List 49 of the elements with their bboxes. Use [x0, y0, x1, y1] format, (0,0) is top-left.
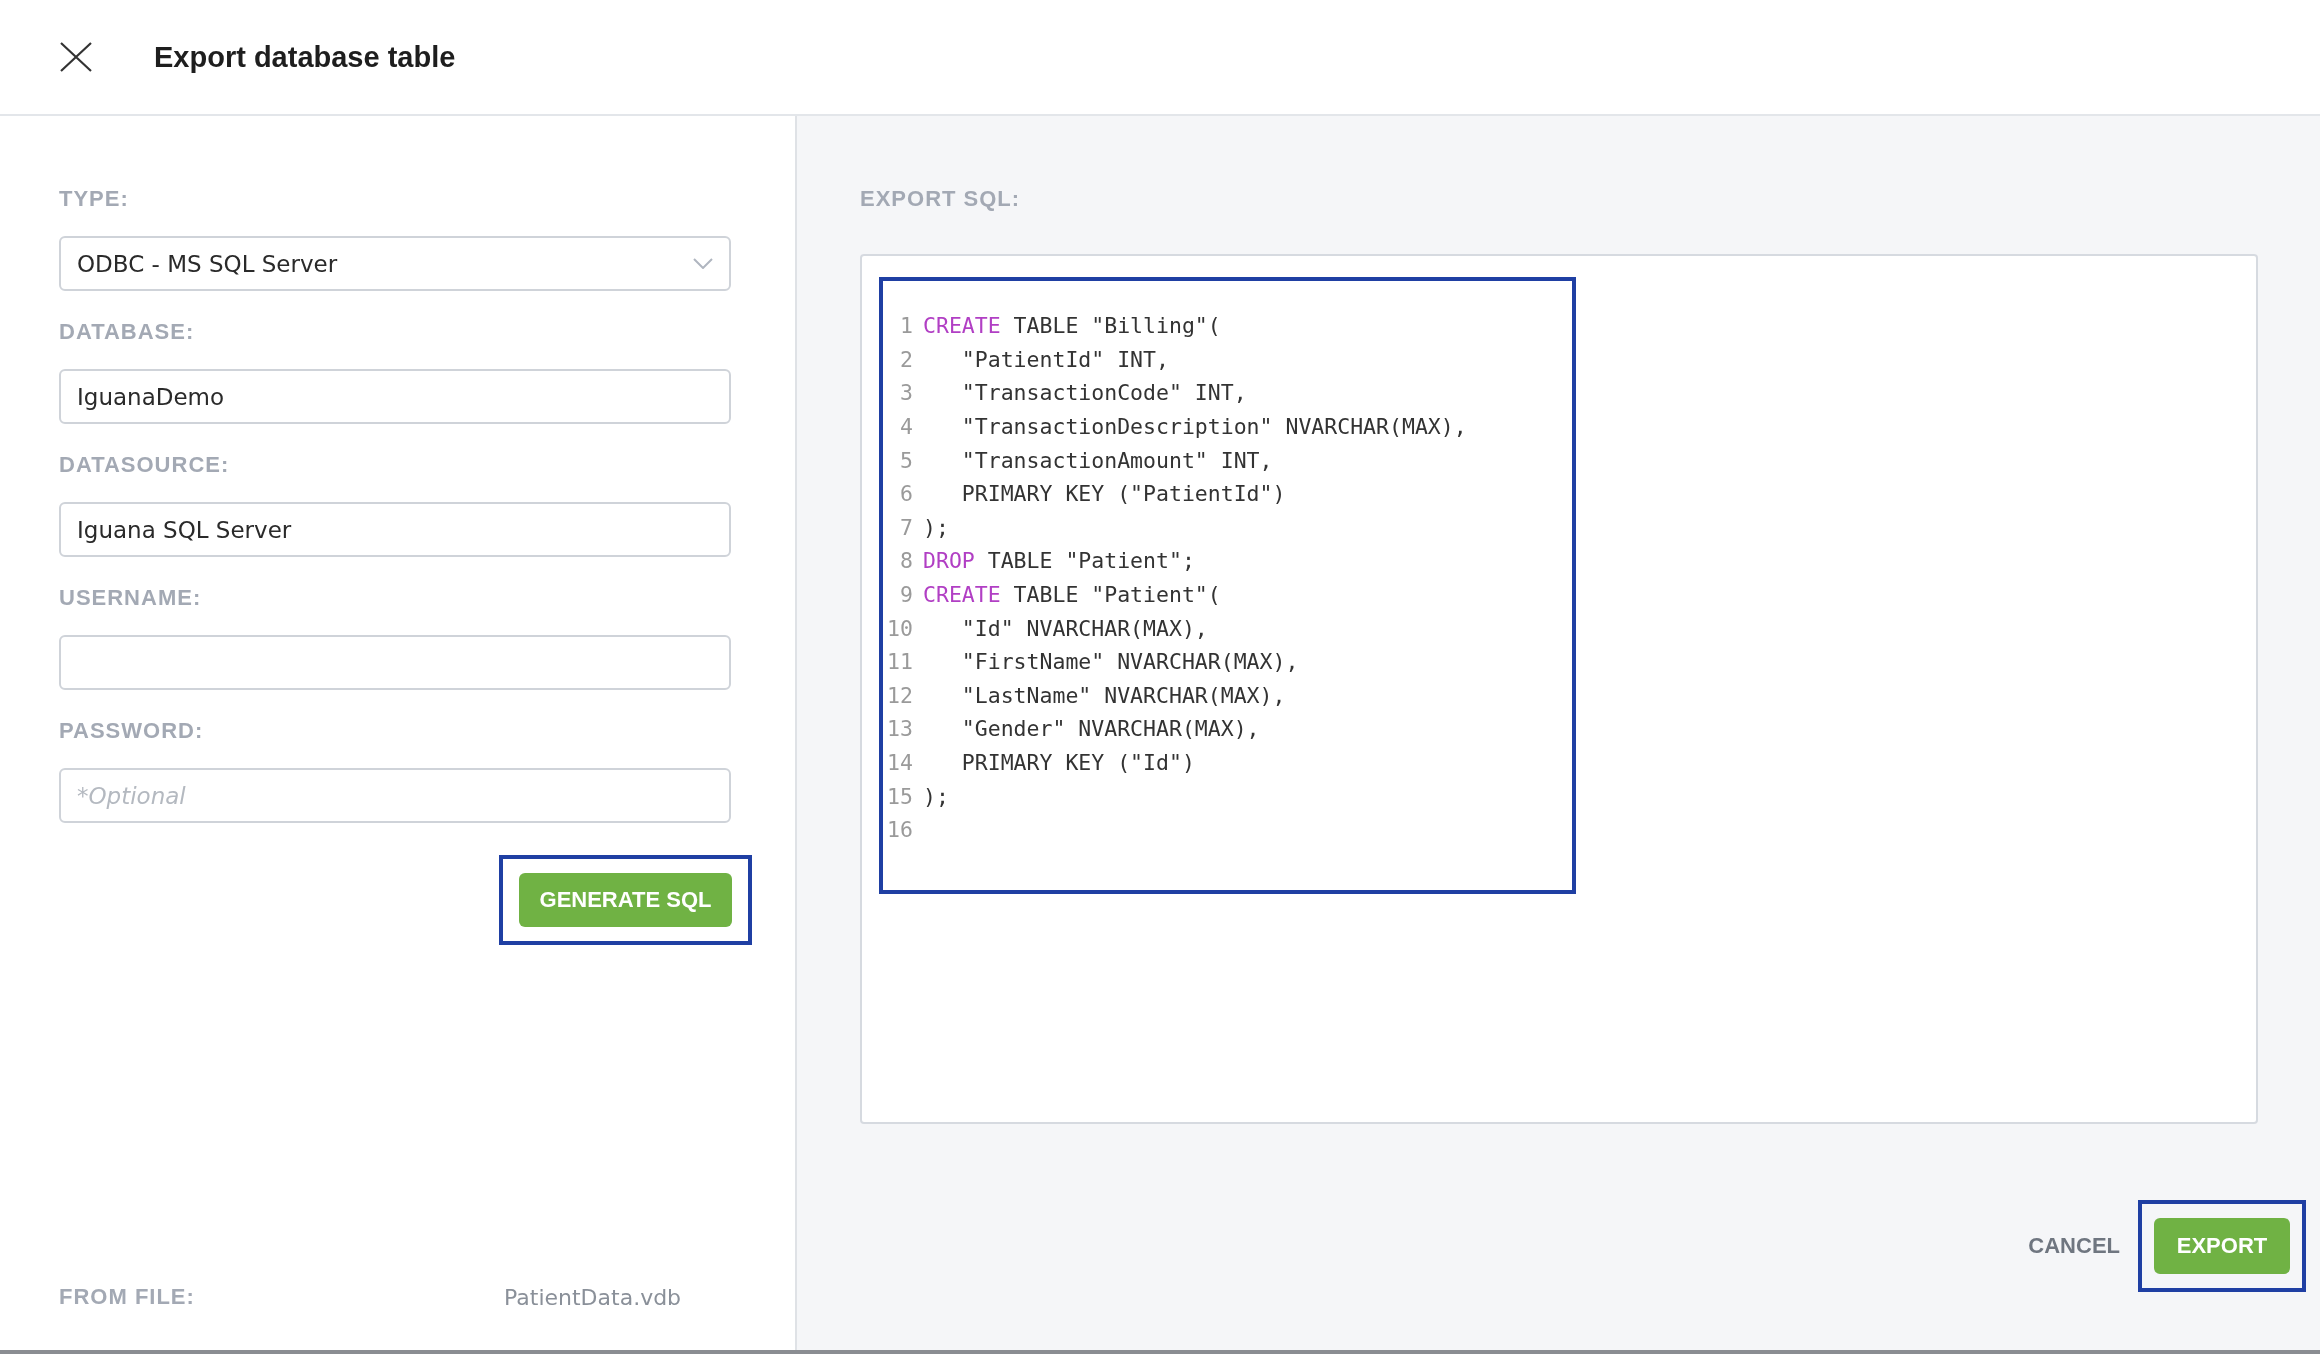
line-number: 11	[886, 649, 913, 675]
input-field[interactable]: *Optional	[59, 768, 731, 823]
line-number: 8	[899, 548, 913, 574]
code-line: DROP TABLE "Patient";	[923, 548, 1195, 574]
field-label: USERNAME:	[59, 585, 203, 611]
line-number: 9	[899, 582, 913, 608]
from-file-label: FROM FILE:	[59, 1284, 196, 1310]
dialog-title: Export database table	[154, 40, 456, 74]
file-name: PatientData.vdb	[504, 1284, 682, 1310]
line-number: 5	[899, 447, 913, 473]
line-number: 13	[886, 716, 913, 742]
input-field[interactable]	[59, 635, 731, 690]
input-field[interactable]: IguanaDemo	[59, 369, 731, 424]
field-label: PASSWORD:	[59, 718, 205, 744]
line-number: 10	[886, 615, 913, 641]
line-number: 16	[886, 817, 913, 843]
line-number: 15	[886, 783, 913, 809]
line-number: 2	[899, 346, 913, 372]
line-number: 4	[899, 414, 913, 440]
line-number: 6	[899, 481, 913, 507]
line-number: 7	[899, 514, 913, 540]
code-line: "FirstName" NVARCHAR(MAX),	[960, 649, 1299, 675]
line-number: 1	[899, 313, 913, 339]
field-label: DATASOURCE:	[59, 452, 231, 478]
code-line: "TransactionDescription" NVARCHAR(MAX),	[960, 414, 1467, 440]
code-line: "LastName" NVARCHAR(MAX),	[960, 682, 1286, 708]
code-line: CREATE TABLE "Billing"(	[923, 313, 1221, 339]
cancel-button[interactable]: CANCEL	[2020, 1227, 2128, 1265]
code-line: PRIMARY KEY ("PatientId")	[960, 481, 1286, 507]
field-label: TYPE:	[59, 186, 130, 212]
line-number: 3	[899, 380, 913, 406]
line-number: 12	[886, 682, 913, 708]
code-line: PRIMARY KEY ("Id")	[960, 750, 1195, 775]
code-line: "TransactionCode" INT,	[960, 380, 1247, 406]
line-number: 14	[886, 750, 913, 775]
close-icon[interactable]	[60, 42, 92, 72]
export-sql-label: EXPORT SQL:	[860, 186, 1022, 212]
code-line: );	[923, 514, 949, 540]
code-line: CREATE TABLE "Patient"(	[923, 582, 1221, 608]
code-line: );	[923, 783, 949, 809]
code-line: "PatientId" INT,	[960, 346, 1169, 372]
chevron-down-icon	[693, 258, 713, 269]
code-line: "Id" NVARCHAR(MAX),	[960, 615, 1208, 641]
input-field[interactable]: Iguana SQL Server	[59, 502, 731, 557]
code-line: "Gender" NVARCHAR(MAX),	[960, 716, 1260, 742]
code-editor[interactable]	[860, 254, 2258, 1124]
field-label: DATABASE:	[59, 319, 196, 345]
type-dropdown[interactable]: ODBC - MS SQL Server	[59, 236, 731, 291]
code-line: "TransactionAmount" INT,	[960, 447, 1273, 473]
